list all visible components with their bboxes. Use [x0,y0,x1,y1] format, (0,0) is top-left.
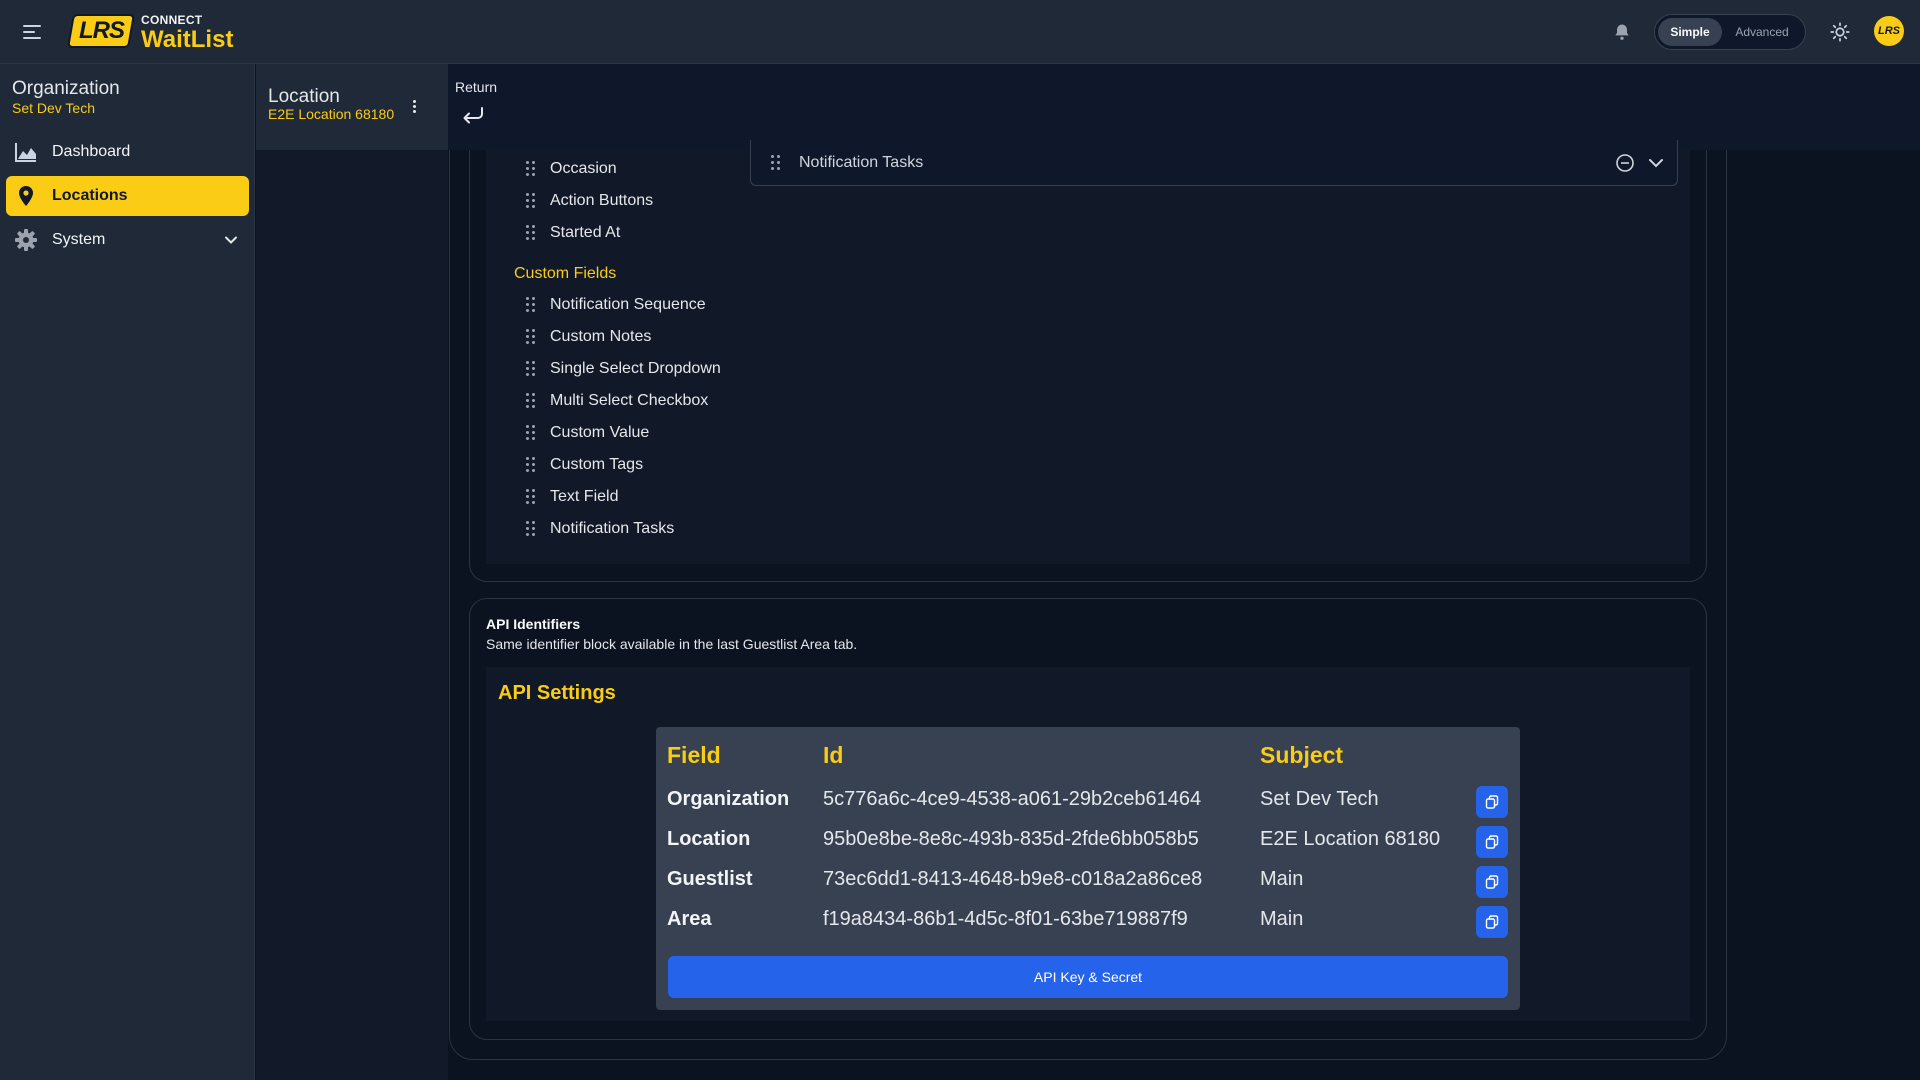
row-field-area: Area [667,908,712,930]
sidebar-item-label: Dashboard [52,143,131,160]
column-header-id: Id [823,742,844,768]
field-item-label: Single Select Dropdown [550,360,721,377]
organization-name: Set Dev Tech [12,100,96,116]
field-item-single-select-dropdown[interactable]: Single Select Dropdown [526,357,721,381]
user-avatar[interactable]: LRS [1874,16,1904,46]
brand-connect-label: CONNECT [141,13,203,27]
field-item-occasion[interactable]: Occasion [526,157,617,181]
sun-icon[interactable] [1830,22,1850,42]
field-item-label: Text Field [550,488,619,505]
field-item-text-field[interactable]: Text Field [526,485,618,509]
return-icon[interactable] [460,104,486,126]
drag-handle-icon[interactable] [526,393,536,409]
copy-icon [1485,915,1499,929]
organization-title: Organization [12,78,120,99]
drag-handle-icon[interactable] [526,457,536,473]
row-id-area: f19a8434-86b1-4d5c-8f01-63be719887f9 [823,908,1188,930]
more-options-icon[interactable] [408,98,420,118]
drag-handle-icon[interactable] [771,154,781,171]
gear-icon [14,228,38,252]
bell-icon[interactable] [1612,22,1632,42]
field-item-custom-notes[interactable]: Custom Notes [526,325,651,349]
row-id-guestlist: 73ec6dd1-8413-4648-b9e8-c018a2a86ce8 [823,868,1203,890]
row-field-location: Location [667,828,751,850]
copy-location-button[interactable] [1476,826,1508,858]
copy-organization-button[interactable] [1476,786,1508,818]
column-header-field: Field [667,742,721,768]
drag-handle-icon[interactable] [526,297,536,313]
chevron-down-icon[interactable] [1647,155,1665,171]
api-settings-title: API Settings [498,682,616,704]
location-header: Location E2E Location 68180 [256,64,448,150]
sidebar-item-label: Locations [52,187,128,204]
row-subject-guestlist: Main [1260,868,1304,890]
field-item-started-at[interactable]: Started At [526,221,620,245]
copy-area-button[interactable] [1476,906,1508,938]
drag-handle-icon[interactable] [526,489,536,505]
return-bar: Return [448,64,1920,150]
api-key-secret-button[interactable]: API Key & Secret [668,956,1508,998]
api-identifiers-title: API Identifiers [486,616,581,632]
drag-handle-icon[interactable] [526,361,536,377]
location-panel-background [256,150,448,1080]
field-item-custom-tags[interactable]: Custom Tags [526,453,643,477]
location-name: E2E Location 68180 [268,106,395,122]
field-item-label: Occasion [550,160,617,177]
field-item-label: Custom Tags [550,456,644,473]
field-item-label: Custom Notes [550,328,652,345]
drag-handle-icon[interactable] [526,161,536,177]
location-title: Location [268,86,340,107]
return-label: Return [455,79,498,95]
field-item-label: Custom Value [550,424,650,441]
top-bar: LRS CONNECT WaitList Simple Advanced LRS [0,0,1920,64]
field-item-action-buttons[interactable]: Action Buttons [526,189,653,213]
copy-icon [1485,835,1499,849]
api-identifiers-description: Same identifier block available in the l… [486,636,858,652]
map-pin-icon [14,184,38,208]
selected-field-label: Notification Tasks [799,153,924,171]
row-field-organization: Organization [667,788,790,810]
sidebar-item-dashboard[interactable]: Dashboard [6,132,249,172]
remove-circle-icon[interactable] [1615,153,1635,173]
custom-fields-heading: Custom Fields [514,265,617,282]
drag-handle-icon[interactable] [526,425,536,441]
drag-handle-icon[interactable] [526,225,536,241]
sidebar-item-locations[interactable]: Locations [6,176,249,216]
field-item-notification-tasks[interactable]: Notification Tasks [526,517,674,541]
chevron-down-icon[interactable] [223,232,239,248]
mode-advanced-option[interactable]: Advanced [1722,18,1802,46]
row-subject-location: E2E Location 68180 [1260,828,1441,850]
field-item-label: Action Buttons [550,192,654,209]
mode-toggle[interactable]: Simple Advanced [1654,14,1806,50]
field-item-label: Notification Sequence [550,296,706,313]
field-item-label: Started At [550,224,621,241]
sidebar: Organization Set Dev Tech Dashboard Loca… [0,64,255,1080]
row-field-guestlist: Guestlist [667,868,753,890]
row-subject-organization: Set Dev Tech [1260,788,1379,810]
mode-simple-option[interactable]: Simple [1658,18,1722,46]
row-subject-area: Main [1260,908,1304,930]
column-header-subject: Subject [1260,742,1344,768]
drag-handle-icon[interactable] [526,193,536,209]
drag-handle-icon[interactable] [526,329,536,345]
selected-field-row[interactable]: Notification Tasks [750,140,1678,186]
copy-icon [1485,795,1499,809]
row-id-organization: 5c776a6c-4ce9-4538-a061-29b2ceb61464 [823,788,1202,810]
copy-icon [1485,875,1499,889]
sidebar-item-system[interactable]: System [6,220,249,260]
chart-area-icon [14,140,38,164]
drag-handle-icon[interactable] [526,521,536,537]
brand-logo: LRS [67,14,135,48]
field-item-label: Multi Select Checkbox [550,392,709,409]
field-item-custom-value[interactable]: Custom Value [526,421,649,445]
brand-waitlist-label: WaitList [141,26,234,53]
copy-guestlist-button[interactable] [1476,866,1508,898]
sidebar-item-label: System [52,231,106,248]
field-item-multi-select-checkbox[interactable]: Multi Select Checkbox [526,389,708,413]
menu-icon[interactable] [20,20,44,44]
row-id-location: 95b0e8be-8e8c-493b-835d-2fde6bb058b5 [823,828,1199,850]
field-item-label: Notification Tasks [550,520,675,537]
field-item-notification-sequence[interactable]: Notification Sequence [526,293,706,317]
